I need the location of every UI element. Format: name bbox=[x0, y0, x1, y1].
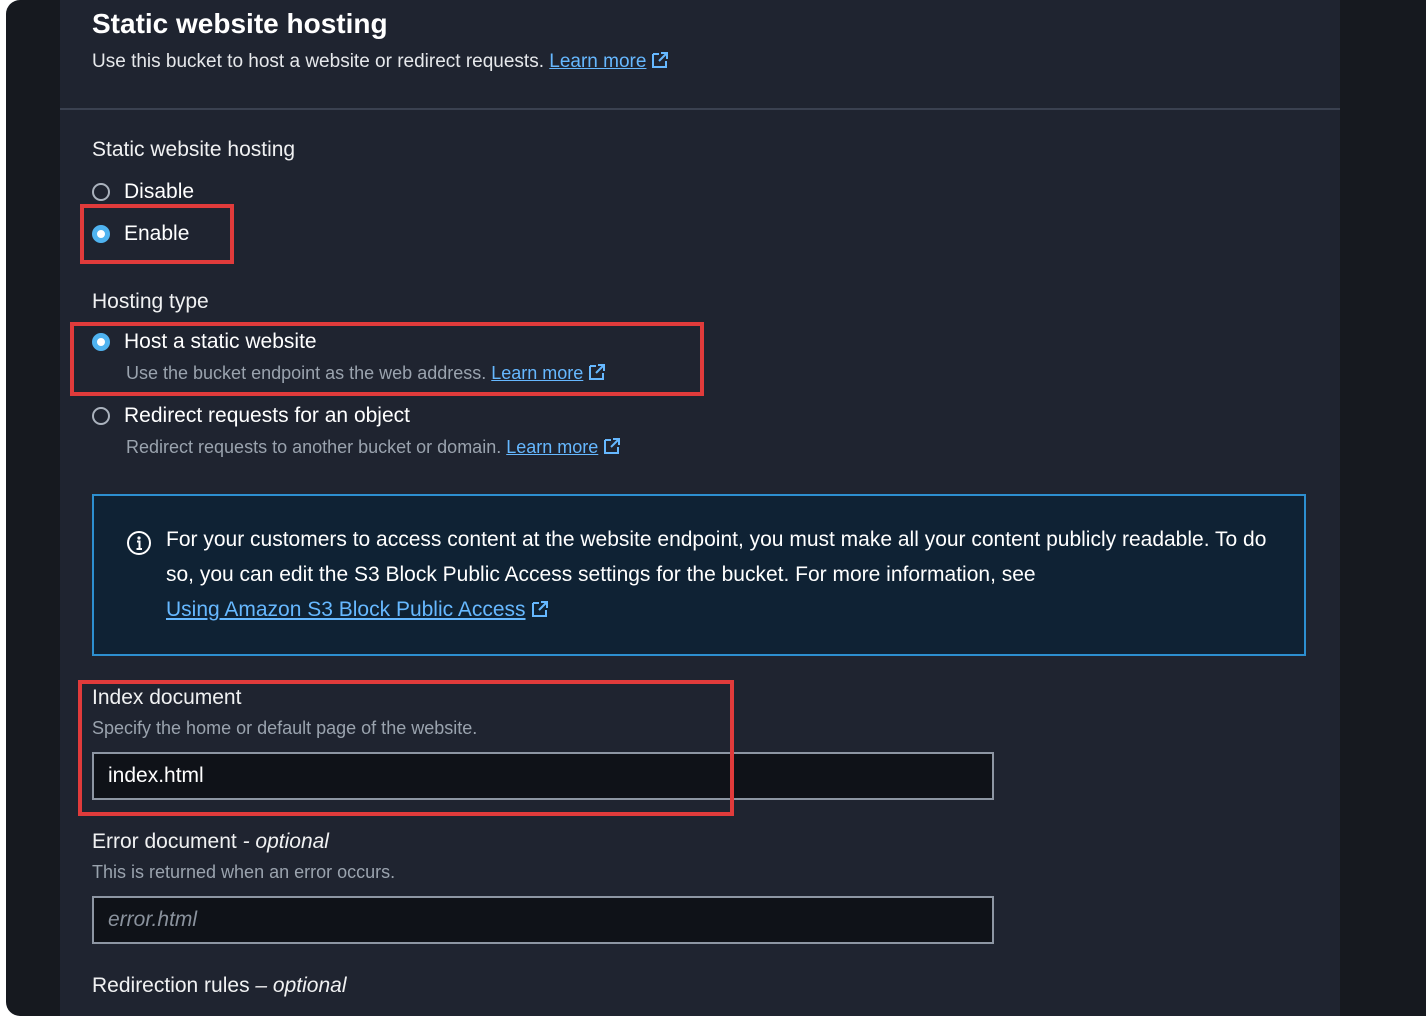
index-document-input[interactable]: index.html bbox=[92, 752, 994, 800]
app-window: Static website hosting Use this bucket t… bbox=[6, 0, 1426, 1016]
radio-redirect-circle[interactable] bbox=[92, 407, 110, 425]
redirect-learn-more-link[interactable]: Learn more bbox=[506, 437, 622, 457]
radio-enable-circle[interactable] bbox=[92, 225, 110, 243]
block-public-access-link[interactable]: Using Amazon S3 Block Public Access bbox=[166, 598, 550, 621]
radio-host-static-website[interactable]: Host a static website bbox=[92, 330, 317, 354]
redirect-description: Redirect requests to another bucket or d… bbox=[126, 436, 622, 458]
radio-disable-circle[interactable] bbox=[92, 183, 110, 201]
radio-disable-label: Disable bbox=[124, 180, 195, 203]
panel-header: Static website hosting Use this bucket t… bbox=[60, 0, 1340, 110]
static-website-hosting-panel: Static website hosting Use this bucket t… bbox=[60, 0, 1340, 1016]
info-alert-message: For your customers to access content at … bbox=[166, 528, 1267, 586]
learn-more-label: Learn more bbox=[549, 51, 647, 72]
host-static-learn-more-link[interactable]: Learn more bbox=[491, 363, 607, 383]
error-document-optional: - optional bbox=[242, 830, 329, 853]
radio-disable[interactable]: Disable bbox=[92, 180, 194, 204]
redirection-rules-optional: – optional bbox=[255, 974, 347, 997]
info-icon bbox=[126, 530, 152, 556]
external-link-icon bbox=[530, 599, 550, 619]
radio-host-static-label: Host a static website bbox=[124, 330, 317, 353]
external-link-icon bbox=[587, 362, 607, 382]
redirect-learn-more-label: Learn more bbox=[506, 437, 599, 457]
host-static-learn-more-label: Learn more bbox=[491, 363, 584, 383]
host-static-description: Use the bucket endpoint as the web addre… bbox=[126, 362, 607, 384]
error-document-input[interactable]: error.html bbox=[92, 896, 994, 944]
host-static-description-text: Use the bucket endpoint as the web addre… bbox=[126, 363, 487, 383]
panel-title: Static website hosting bbox=[92, 8, 388, 39]
radio-enable-label: Enable bbox=[124, 222, 190, 245]
external-link-icon bbox=[650, 50, 670, 70]
radio-redirect-requests[interactable]: Redirect requests for an object bbox=[92, 404, 410, 428]
external-link-icon bbox=[602, 436, 622, 456]
redirection-rules-label-text: Redirection rules bbox=[92, 974, 250, 997]
index-document-description: Specify the home or default page of the … bbox=[92, 718, 478, 738]
radio-enable[interactable]: Enable bbox=[92, 222, 189, 246]
radio-host-static-circle[interactable] bbox=[92, 333, 110, 351]
panel-description-text: Use this bucket to host a website or red… bbox=[92, 51, 544, 72]
panel-description: Use this bucket to host a website or red… bbox=[92, 50, 670, 73]
block-public-access-label: Using Amazon S3 Block Public Access bbox=[166, 598, 526, 621]
redirection-rules-label: Redirection rules – optional bbox=[92, 974, 347, 998]
info-alert: For your customers to access content at … bbox=[92, 494, 1306, 656]
learn-more-link[interactable]: Learn more bbox=[549, 51, 670, 72]
info-alert-text: For your customers to access content at … bbox=[166, 522, 1286, 627]
radio-redirect-label: Redirect requests for an object bbox=[124, 404, 410, 427]
hosting-toggle-label: Static website hosting bbox=[92, 138, 296, 161]
error-document-label: Error document - optional bbox=[92, 830, 329, 854]
error-document-label-text: Error document bbox=[92, 830, 237, 853]
error-document-description: This is returned when an error occurs. bbox=[92, 862, 396, 882]
hosting-type-label: Hosting type bbox=[92, 290, 209, 313]
redirect-description-text: Redirect requests to another bucket or d… bbox=[126, 437, 502, 457]
index-document-label: Index document bbox=[92, 686, 242, 709]
